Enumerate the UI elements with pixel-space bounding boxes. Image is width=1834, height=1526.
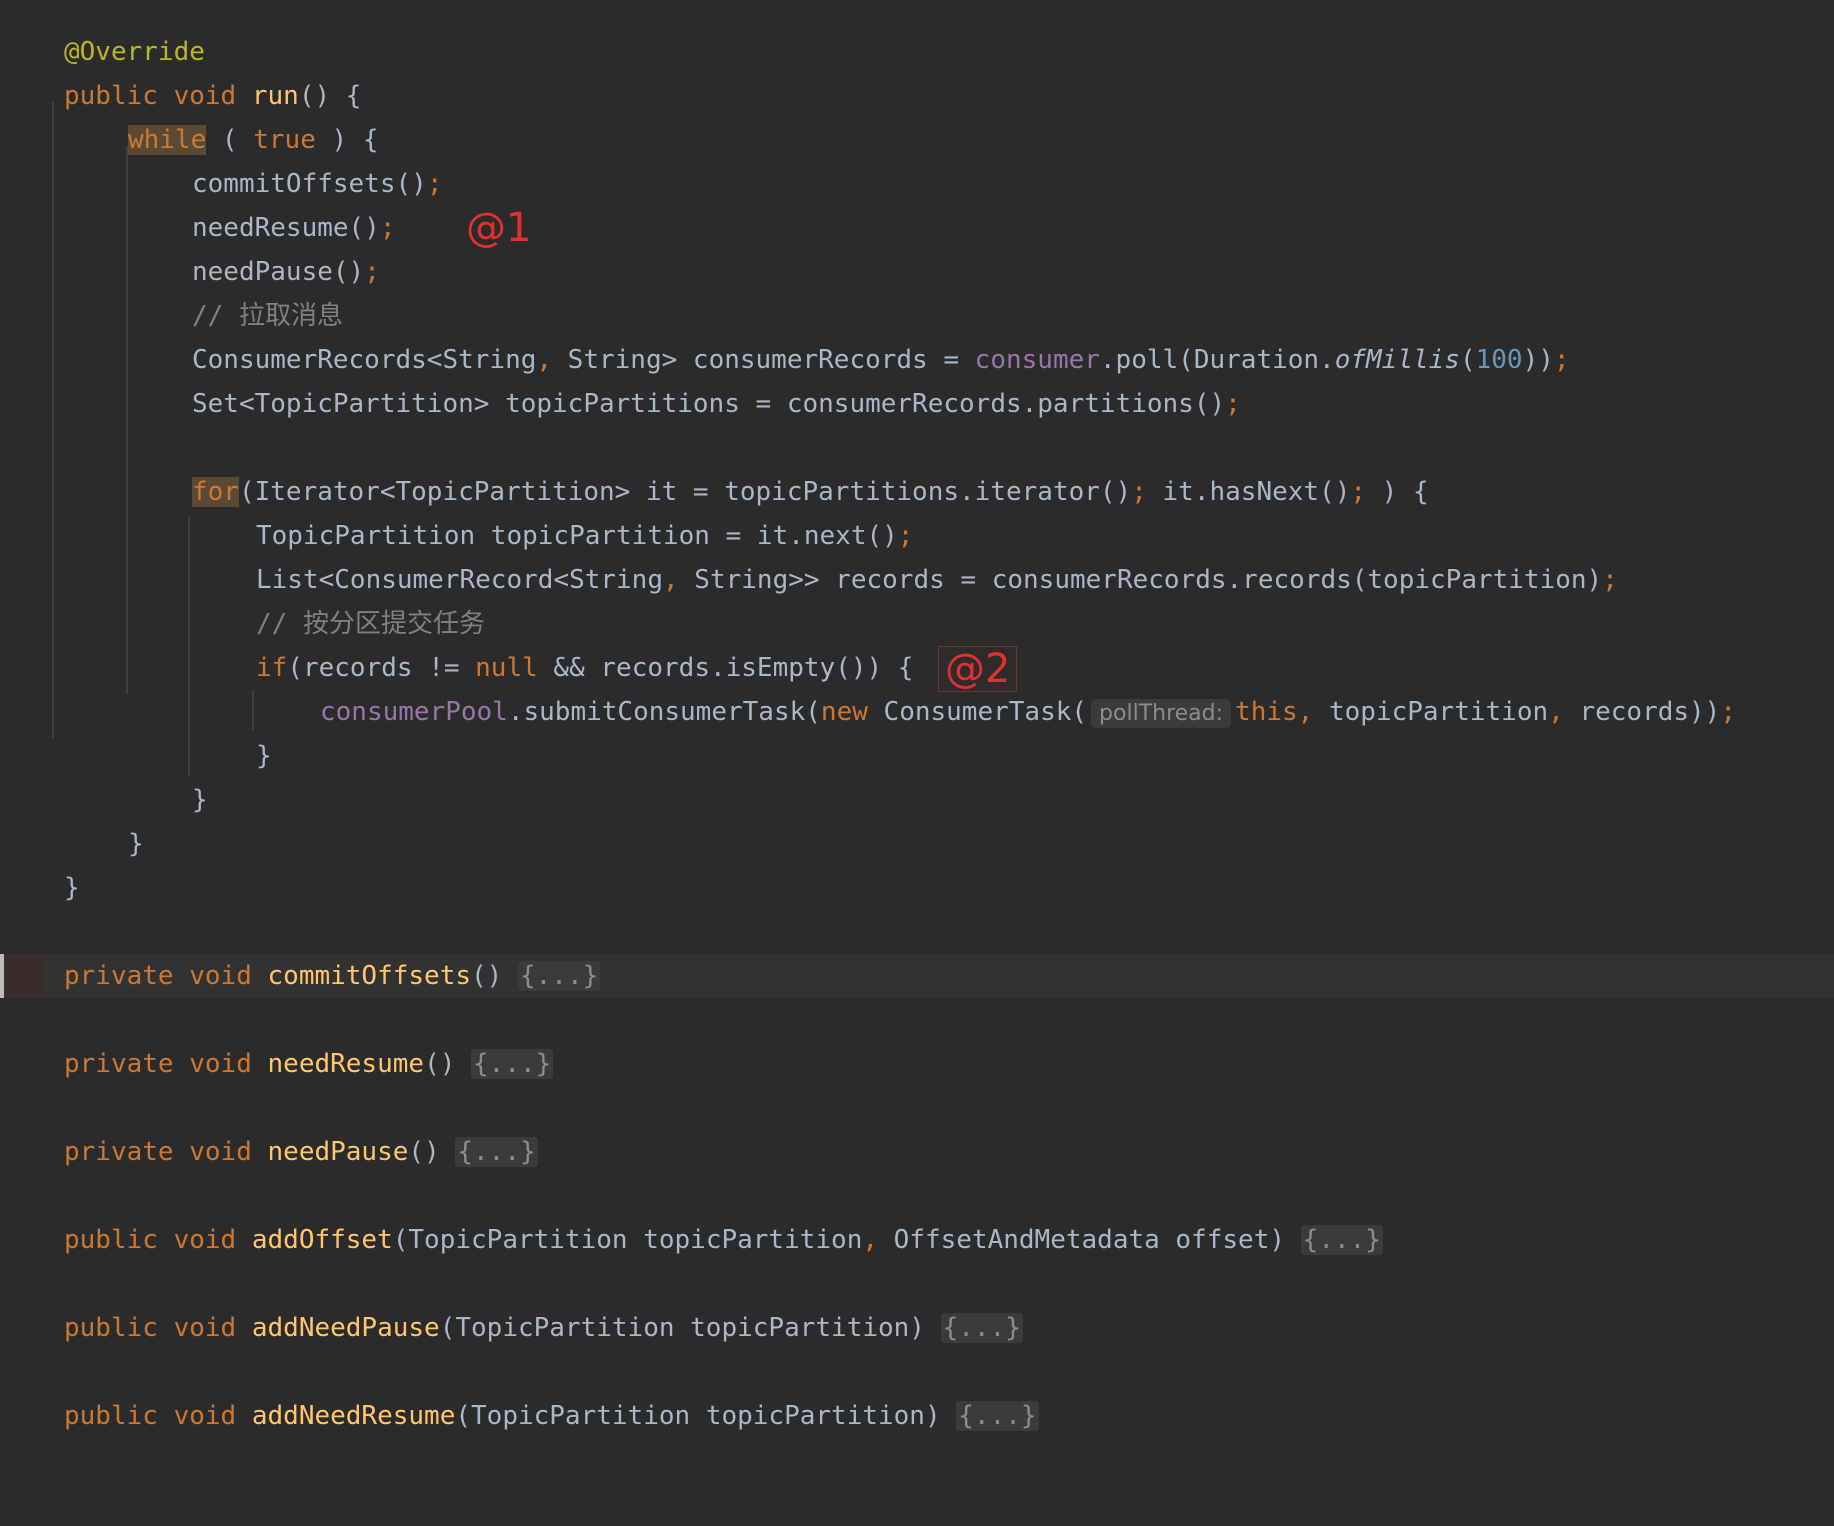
code-line: while ( true ) { [0, 118, 1834, 162]
folded-body[interactable]: {...} [471, 1049, 554, 1079]
closing-brace: } [192, 785, 208, 815]
folded-body[interactable]: {...} [1300, 1225, 1383, 1255]
current-line-gutter [4, 954, 44, 998]
folded-body[interactable]: {...} [956, 1401, 1039, 1431]
folded-body[interactable]: {...} [517, 961, 601, 991]
method-add-offset[interactable]: public void addOffset(TopicPartition top… [64, 1218, 1383, 1262]
while-statement: while ( true ) { [128, 125, 379, 155]
method-commit-offsets[interactable]: private void commitOffsets() {...} [64, 954, 601, 998]
run-method-name[interactable]: run [252, 81, 299, 111]
code-line: private void needPause() {...} [0, 1130, 1834, 1174]
code-line: needResume(); @1 [0, 206, 1834, 250]
method-add-need-resume[interactable]: public void addNeedResume(TopicPartition… [64, 1394, 1039, 1438]
records-list-statement: List<ConsumerRecord<String, String>> rec… [256, 565, 1618, 595]
code-line: public void addOffset(TopicPartition top… [0, 1218, 1834, 1262]
code-line: // 拉取消息 [0, 294, 1834, 338]
closing-brace: } [128, 829, 144, 859]
code-line: Set<TopicPartition> topicPartitions = co… [0, 382, 1834, 426]
if-statement: if(records != null && records.isEmpty())… [256, 653, 914, 683]
parameter-hint: pollThread: [1091, 699, 1232, 728]
code-line: consumerPool.submitConsumerTask(new Cons… [0, 690, 1834, 734]
code-line: public void run() { [0, 74, 1834, 118]
need-resume-call[interactable]: needResume(); [192, 206, 396, 250]
folded-body[interactable]: {...} [940, 1313, 1023, 1343]
marker-1: @1 [466, 205, 532, 251]
code-line: @Override [0, 30, 1834, 74]
code-line: commitOffsets(); [0, 162, 1834, 206]
topic-partition-statement: TopicPartition topicPartition = it.next(… [256, 521, 914, 551]
folded-body[interactable]: {...} [455, 1137, 538, 1167]
comment-pull-messages: // 拉取消息 [192, 301, 343, 331]
code-line: needPause(); [0, 250, 1834, 294]
code-editor[interactable]: @Override public void run() { while ( tr… [0, 0, 1834, 1446]
code-line: if(records != null && records.isEmpty())… [0, 646, 1834, 692]
code-line: for(Iterator<TopicPartition> it = topicP… [0, 470, 1834, 514]
code-line: } [0, 778, 1834, 822]
commit-offsets-call[interactable]: commitOffsets(); [192, 162, 442, 206]
topic-partitions-statement: Set<TopicPartition> topicPartitions = co… [192, 389, 1241, 419]
comment-submit-by-partition: // 按分区提交任务 [256, 609, 485, 639]
code-line-current: private void commitOffsets() {...} [0, 954, 1834, 998]
method-need-resume[interactable]: private void needResume() {...} [64, 1042, 554, 1086]
for-statement: for(Iterator<TopicPartition> it = topicP… [192, 477, 1429, 507]
run-method-signature: public void run() { [64, 81, 362, 111]
override-annotation: @Override [64, 37, 205, 67]
method-need-pause[interactable]: private void needPause() {...} [64, 1130, 538, 1174]
code-line: } [0, 822, 1834, 866]
code-line: TopicPartition topicPartition = it.next(… [0, 514, 1834, 558]
submit-task-statement: consumerPool.submitConsumerTask(new Cons… [320, 697, 1736, 728]
code-line: // 按分区提交任务 [0, 602, 1834, 646]
code-line: public void addNeedPause(TopicPartition … [0, 1306, 1834, 1350]
need-pause-call[interactable]: needPause(); [192, 250, 380, 294]
code-line: private void needResume() {...} [0, 1042, 1834, 1086]
method-add-need-pause[interactable]: public void addNeedPause(TopicPartition … [64, 1306, 1023, 1350]
marker-2: @2 [938, 646, 1018, 692]
code-line: public void addNeedResume(TopicPartition… [0, 1394, 1834, 1438]
code-line: } [0, 734, 1834, 778]
code-line: ConsumerRecords<String, String> consumer… [0, 338, 1834, 382]
text-caret [0, 954, 4, 998]
code-line: List<ConsumerRecord<String, String>> rec… [0, 558, 1834, 602]
closing-brace: } [64, 873, 80, 903]
consumer-records-statement: ConsumerRecords<String, String> consumer… [192, 345, 1570, 375]
code-line: } [0, 866, 1834, 910]
closing-brace: } [256, 741, 272, 771]
